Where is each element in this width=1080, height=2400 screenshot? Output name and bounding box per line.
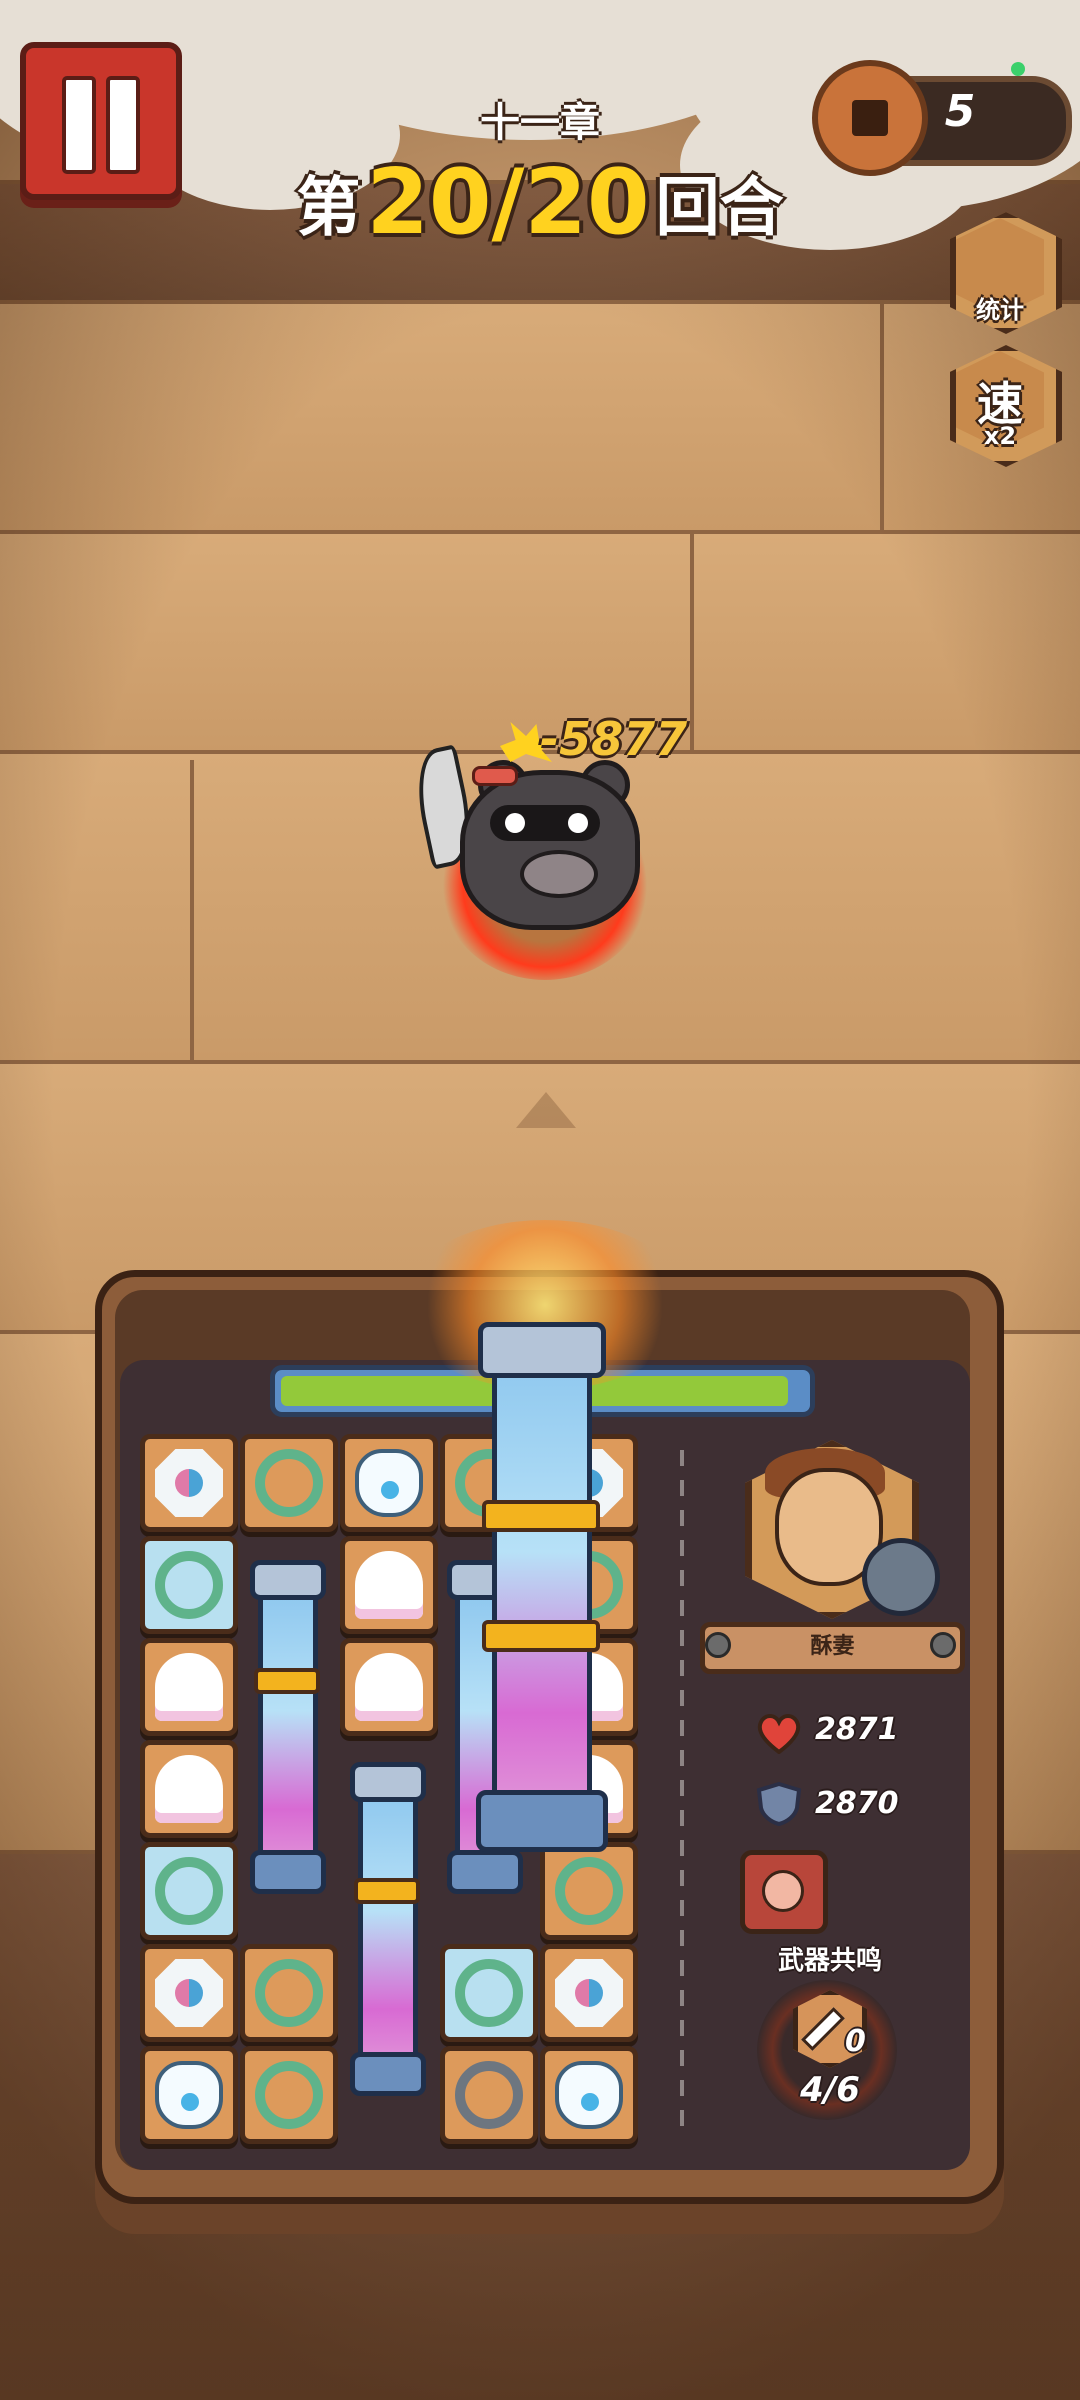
selected-pillar[interactable] (492, 1340, 592, 1810)
tile-yinyang[interactable] (140, 1944, 238, 2042)
ring-icon (255, 1449, 323, 1517)
tile-pot[interactable] (340, 1434, 438, 1532)
tile-lotus[interactable] (140, 1638, 238, 1736)
enemy-snout (520, 850, 598, 898)
ring-blue-icon (155, 1551, 223, 1619)
lotus-icon (355, 1653, 423, 1721)
tile-ring-blue[interactable] (140, 1842, 238, 1940)
round-value: 20/20 (366, 150, 650, 255)
stats-label: 统计 (976, 296, 1024, 324)
tile-ring[interactable] (540, 1842, 638, 1940)
pillar-base (447, 1850, 523, 1894)
ring-dark-icon (455, 2061, 523, 2129)
hero-name: 酥妻 (810, 1634, 855, 1659)
pillar-tile[interactable] (258, 1580, 318, 1870)
weapon-resonance-label: 武器共鸣 (777, 1946, 882, 1976)
yinyang-icon (155, 1449, 223, 1517)
tile-ring[interactable] (240, 1944, 338, 2042)
notification-dot (1011, 62, 1025, 76)
enemy-eye (505, 813, 525, 833)
pillar-band (482, 1620, 600, 1652)
yinyang-icon (555, 1959, 623, 2027)
pillar-base (350, 2052, 426, 2096)
hero-armor-value: 2870 (815, 1786, 899, 1821)
enemy-hp-bar (472, 766, 518, 786)
hero-vehicle-avatar (862, 1538, 940, 1616)
pot-icon (555, 2061, 623, 2129)
yinyang-icon (155, 1959, 223, 2027)
up-arrow-icon (516, 1092, 576, 1128)
shield-icon (756, 1782, 802, 1826)
tile-lotus[interactable] (340, 1536, 438, 1634)
pillar-band (354, 1878, 420, 1904)
plank-seam (880, 300, 884, 530)
tile-lotus[interactable] (140, 1740, 238, 1838)
lotus-icon (155, 1755, 223, 1823)
round-suffix: 回合 (655, 171, 784, 246)
pillar-base (250, 1850, 326, 1894)
floor-plank (0, 300, 1080, 538)
lotus-icon (355, 1551, 423, 1619)
pot-icon (155, 2061, 223, 2129)
copper-coin-icon (812, 60, 928, 176)
pillar-tile[interactable] (358, 1780, 418, 2070)
heart-icon (757, 1714, 801, 1754)
speed-label: x2 (983, 422, 1017, 450)
pillar-cap (350, 1762, 426, 1802)
board-divider (680, 1450, 684, 2130)
plank-seam (690, 530, 694, 750)
tile-ring-dark[interactable] (440, 2046, 538, 2144)
tile-lotus[interactable] (340, 1638, 438, 1736)
weapon-progress: 4/6 (800, 2070, 860, 2110)
enemy-eye (568, 813, 588, 833)
tile-ring-blue[interactable] (140, 1536, 238, 1634)
damage-number: -5877 (540, 712, 688, 766)
pillar-band (482, 1500, 600, 1532)
pillar-band (254, 1668, 320, 1694)
tile-pot[interactable] (140, 2046, 238, 2144)
round-prefix: 第 (296, 171, 361, 246)
tile-yinyang[interactable] (540, 1944, 638, 2042)
ring-blue-icon (155, 1857, 223, 1925)
ring-icon (555, 1857, 623, 1925)
weapon-count: 0 (845, 2024, 866, 2059)
pillar-base (476, 1790, 608, 1852)
pillar-cap (250, 1560, 326, 1600)
lotus-icon (155, 1653, 223, 1721)
plank-seam (190, 760, 194, 1060)
hero-hp-value: 2871 (815, 1712, 899, 1747)
tile-yinyang[interactable] (140, 1434, 238, 1532)
ring-icon (255, 1959, 323, 2027)
tile-ring[interactable] (240, 1434, 338, 1532)
tile-ring[interactable] (240, 2046, 338, 2144)
pillar-cap (478, 1322, 606, 1378)
ring-icon (255, 2061, 323, 2129)
angry-face-icon (762, 1870, 804, 1912)
pot-icon (355, 1449, 423, 1517)
tile-pot[interactable] (540, 2046, 638, 2144)
ring-blue-icon (455, 1959, 523, 2027)
tile-ring-blue[interactable] (440, 1944, 538, 2042)
